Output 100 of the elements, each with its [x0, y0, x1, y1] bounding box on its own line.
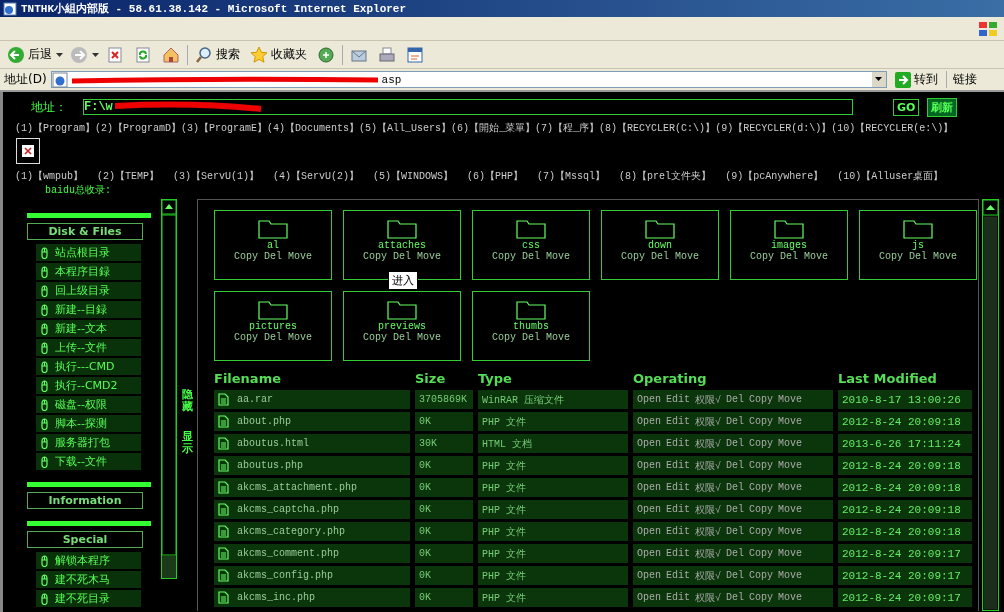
folder-action-link[interactable]: Move — [417, 332, 441, 343]
operation-link[interactable]: 权限√ — [695, 502, 722, 517]
folder-link[interactable]: (6)【開始_菜單】 — [451, 121, 536, 135]
operation-link[interactable]: Open — [637, 504, 661, 515]
folder-action-link[interactable]: Copy — [233, 251, 258, 262]
section-header[interactable]: Information — [27, 492, 143, 509]
operation-link[interactable]: Edit — [666, 570, 691, 581]
folder-action-link[interactable]: Del — [780, 251, 798, 262]
dropdown-button[interactable] — [871, 72, 886, 87]
folder-action-link[interactable]: Del — [393, 332, 411, 343]
operation-link[interactable]: Open — [637, 592, 661, 603]
folder-card[interactable]: thumbs Copy Del Move — [472, 291, 590, 361]
file-name-link[interactable]: akcms_config.php — [237, 570, 333, 581]
folder-link[interactable]: (3)【ServU(1)】 — [173, 169, 260, 183]
operation-link[interactable]: Del — [726, 570, 745, 581]
operation-link[interactable]: Edit — [666, 504, 691, 515]
operation-link[interactable]: Del — [726, 416, 745, 427]
folder-card[interactable]: pictures Copy Del Move — [214, 291, 332, 361]
folder-name[interactable]: attaches — [378, 240, 426, 251]
folder-link[interactable]: (9)【RECYCLER(d:\)】 — [715, 121, 832, 135]
operation-link[interactable]: Del — [726, 592, 745, 603]
operation-link[interactable]: Edit — [666, 482, 691, 493]
operation-link[interactable]: 权限√ — [695, 458, 722, 473]
folder-action-link[interactable]: Copy — [491, 251, 516, 262]
folder-action-link[interactable]: Move — [546, 332, 570, 343]
folder-link[interactable]: (4)【ServU(2)】 — [273, 169, 360, 183]
folder-action-link[interactable]: Copy — [491, 332, 516, 343]
folder-link[interactable]: (10)【Alluser桌面】 — [837, 169, 944, 183]
folder-name[interactable]: thumbs — [513, 321, 549, 332]
operation-link[interactable]: Copy — [749, 460, 774, 471]
operation-link[interactable]: 权限√ — [695, 414, 722, 429]
section-header[interactable]: Disk & Files — [27, 223, 143, 240]
operation-link[interactable]: Del — [726, 504, 745, 515]
search-button[interactable]: 搜索 — [192, 44, 243, 65]
file-name-link[interactable]: akcms_comment.php — [237, 548, 340, 559]
folder-link[interactable]: (1)【wmpub】 — [15, 169, 83, 183]
folder-action-link[interactable]: Del — [264, 251, 282, 262]
folder-action-link[interactable]: Move — [804, 251, 828, 262]
folder-link[interactable]: (5)【WINDOWS】 — [373, 169, 454, 183]
operation-link[interactable]: Move — [778, 416, 803, 427]
operation-link[interactable]: Open — [637, 548, 661, 559]
file-name-link[interactable]: akcms_captcha.php — [237, 504, 340, 515]
go-button[interactable]: GO — [893, 98, 920, 116]
operation-link[interactable]: Move — [778, 504, 803, 515]
operation-link[interactable]: Del — [726, 460, 745, 471]
path-field[interactable]: F:\w — [83, 99, 853, 115]
folder-action-link[interactable]: Del — [522, 332, 540, 343]
file-name-link[interactable]: akcms_inc.php — [237, 592, 315, 603]
folder-link[interactable]: (2)【TEMP】 — [97, 169, 160, 183]
operation-link[interactable]: Edit — [666, 438, 691, 449]
folder-action-link[interactable]: Del — [522, 251, 540, 262]
operation-link[interactable]: Copy — [749, 592, 774, 603]
sidebar-item[interactable]: 新建--目録 — [36, 301, 141, 318]
operation-link[interactable]: Del — [726, 438, 745, 449]
operation-link[interactable]: Move — [778, 482, 803, 493]
sidebar-item[interactable]: 服务器打包 — [36, 434, 141, 451]
operation-link[interactable]: Open — [637, 526, 661, 537]
folder-link[interactable]: (7)【Mssql】 — [537, 169, 606, 183]
folder-link[interactable]: (8)【prel文件夹】 — [619, 169, 712, 183]
operation-link[interactable]: Del — [726, 482, 745, 493]
folder-link[interactable]: (9)【pcAnywhere】 — [725, 169, 824, 183]
file-name-link[interactable]: aa.rar — [237, 394, 273, 405]
operation-link[interactable]: Edit — [666, 526, 691, 537]
folder-action-link[interactable]: Del — [264, 332, 282, 343]
operation-link[interactable]: Open — [637, 460, 661, 471]
folder-link[interactable]: (3)【ProgramE】 — [181, 121, 268, 135]
operation-link[interactable]: Edit — [666, 416, 691, 427]
folder-action-link[interactable]: Copy — [362, 332, 387, 343]
operation-link[interactable]: Copy — [749, 482, 774, 493]
folder-link[interactable]: (4)【Documents】 — [267, 121, 360, 135]
folder-action-link[interactable]: Move — [288, 251, 312, 262]
sidebar-item[interactable]: 执行--CMD2 — [36, 377, 141, 394]
operation-link[interactable]: Move — [778, 526, 803, 537]
file-name-link[interactable]: aboutus.php — [237, 460, 303, 471]
operation-link[interactable]: Edit — [666, 394, 691, 405]
operation-link[interactable]: Move — [778, 438, 803, 449]
operation-link[interactable]: Copy — [749, 438, 774, 449]
folder-action-link[interactable]: Copy — [233, 332, 258, 343]
operation-link[interactable]: 权限√ — [695, 524, 722, 539]
folder-action-link[interactable]: Move — [417, 251, 441, 262]
folder-action-link[interactable]: Move — [933, 251, 957, 262]
operation-link[interactable]: Del — [726, 548, 745, 559]
folder-name[interactable]: al — [267, 240, 279, 251]
file-name-link[interactable]: akcms_attachment.php — [237, 482, 358, 493]
sidebar-item[interactable]: 执行---CMD — [36, 358, 141, 375]
file-name-link[interactable]: about.php — [237, 416, 291, 427]
folder-action-link[interactable]: Copy — [362, 251, 387, 262]
toggle-link[interactable]: 显示 — [181, 431, 193, 456]
folder-card[interactable]: css Copy Del Move — [472, 210, 590, 280]
file-name-link[interactable]: aboutus.html — [237, 438, 309, 449]
folder-card[interactable]: down Copy Del Move — [601, 210, 719, 280]
folder-link[interactable]: (8)【RECYCLER(C:\)】 — [599, 121, 716, 135]
section-header[interactable]: Special — [27, 531, 143, 548]
folder-action-link[interactable]: Del — [651, 251, 669, 262]
operation-link[interactable]: Copy — [749, 526, 774, 537]
sidebar-item[interactable]: 新建--文本 — [36, 320, 141, 337]
sidebar-item[interactable]: 解锁本程序 — [36, 552, 141, 569]
sidebar-item[interactable]: 下载--文件 — [36, 453, 141, 470]
operation-link[interactable]: 权限√ — [695, 436, 722, 451]
operation-link[interactable]: Move — [778, 394, 803, 405]
